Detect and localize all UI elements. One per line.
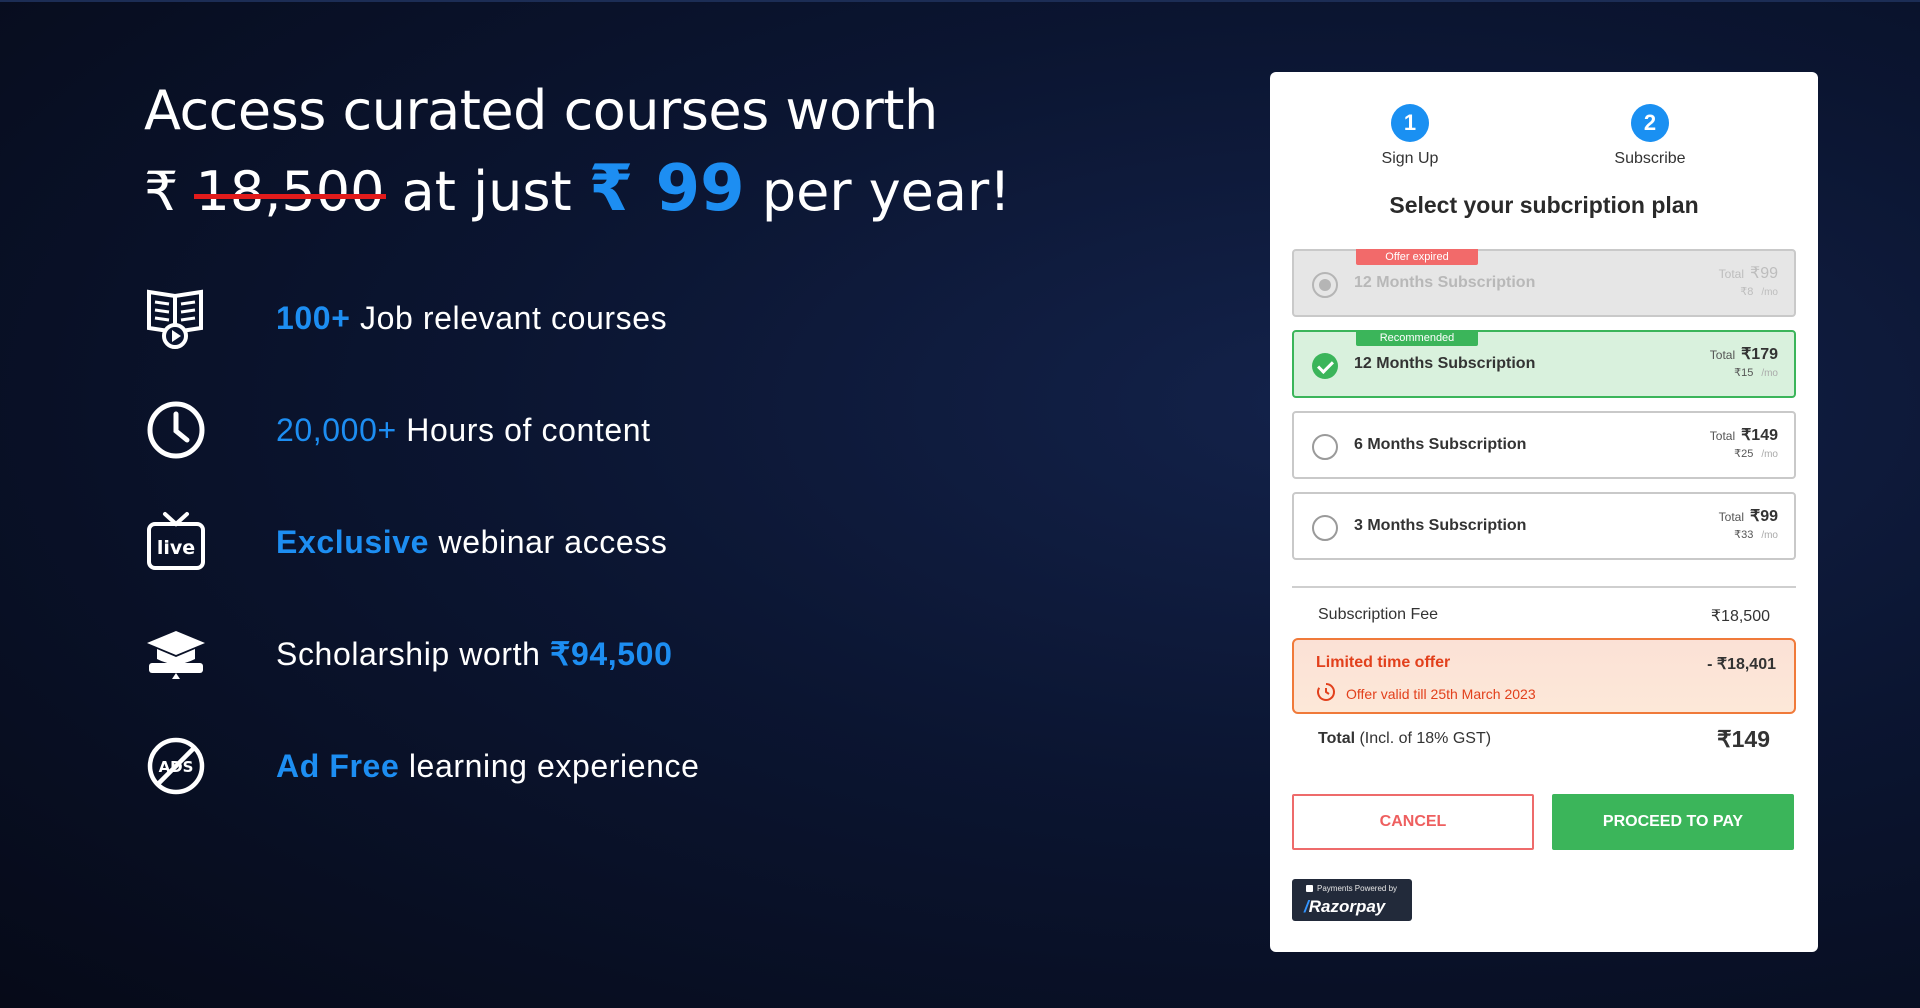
- clock-icon: [144, 398, 208, 462]
- razorpay-logo: /Razorpay: [1304, 897, 1386, 916]
- plan-price: Total ₹99 ₹8/mo: [1718, 265, 1778, 298]
- graduation-cap-icon: [144, 622, 208, 686]
- plan-name: 3 Months Subscription: [1354, 517, 1527, 534]
- new-price: ₹ 99: [588, 152, 745, 226]
- plan-radio[interactable]: [1312, 434, 1338, 460]
- plan-radio[interactable]: [1312, 515, 1338, 541]
- plan-option-3-months[interactable]: 3 Months Subscription Total ₹99 ₹33/mo: [1292, 492, 1796, 560]
- stepper: 1 Sign Up 2 Subscribe: [1270, 104, 1818, 167]
- plan-option-expired: Offer expired 12 Months Subscription Tot…: [1292, 249, 1796, 317]
- hero-line-2: ₹ 18,500 at just ₹ 99 per year!: [144, 150, 1044, 231]
- feature-item: live Exclusive webinar access: [144, 486, 944, 598]
- offer-expired-badge: Offer expired: [1356, 249, 1478, 265]
- step-number: 2: [1631, 104, 1669, 142]
- step-label: Sign Up: [1381, 150, 1439, 167]
- plan-radio: [1312, 272, 1338, 298]
- feature-text: Exclusive webinar access: [276, 523, 668, 560]
- step-subscribe[interactable]: 2 Subscribe: [1590, 104, 1710, 168]
- plan-name: 6 Months Subscription: [1354, 436, 1527, 453]
- plan-price: Total ₹179 ₹15/mo: [1709, 346, 1778, 379]
- proceed-to-pay-button[interactable]: PROCEED TO PAY: [1552, 794, 1794, 850]
- svg-text:ADS: ADS: [159, 758, 194, 776]
- plan-price: Total ₹99 ₹33/mo: [1718, 508, 1778, 541]
- subscription-fee-row: Subscription Fee ₹18,500: [1318, 606, 1770, 625]
- total-label: Total: [1318, 730, 1356, 747]
- feature-list: 100+ Job relevant courses 20,000+ Hours …: [144, 262, 944, 822]
- total-value: ₹149: [1716, 726, 1770, 752]
- plan-radio-checked[interactable]: [1312, 353, 1338, 379]
- feature-text: Ad Free learning experience: [276, 747, 700, 784]
- feature-item: ADS Ad Free learning experience: [144, 710, 944, 822]
- feature-text: 100+ Job relevant courses: [276, 299, 668, 336]
- step-number: 1: [1391, 104, 1429, 142]
- feature-item: 20,000+ Hours of content: [144, 374, 944, 486]
- offer-validity: Offer valid till 25th March 2023: [1316, 682, 1536, 705]
- feature-item: 100+ Job relevant courses: [144, 262, 944, 374]
- plan-title: Select your subcription plan: [1389, 192, 1699, 218]
- razorpay-powered-text: Payments Powered by: [1306, 884, 1397, 893]
- hero-line-1: Access curated courses worth: [144, 79, 938, 142]
- divider: [1292, 586, 1796, 588]
- feature-text: Scholarship worth ₹94,500: [276, 636, 673, 672]
- plan-option-12-months[interactable]: Recommended 12 Months Subscription Total…: [1292, 330, 1796, 398]
- no-ads-icon: ADS: [144, 734, 208, 798]
- total-row: Total (Incl. of 18% GST) ₹149: [1318, 726, 1770, 752]
- top-border: [0, 0, 1920, 2]
- hero-heading: Access curated courses worth ₹ 18,500 at…: [144, 72, 1044, 231]
- feature-text: 20,000+ Hours of content: [276, 411, 651, 448]
- hero-rupee-symbol: ₹: [144, 160, 179, 223]
- plan-price: Total ₹149 ₹25/mo: [1709, 427, 1778, 460]
- svg-text:live: live: [157, 537, 195, 559]
- subscription-card: 1 Sign Up 2 Subscribe Select your subcri…: [1270, 72, 1818, 952]
- recommended-badge: Recommended: [1356, 330, 1478, 346]
- hero-at-just: at just: [401, 160, 572, 223]
- hero-per-year: per year!: [761, 160, 1011, 223]
- step-sign-up[interactable]: 1 Sign Up: [1350, 104, 1470, 168]
- total-note: (Incl. of 18% GST): [1355, 730, 1492, 747]
- step-label: Subscribe: [1614, 150, 1686, 167]
- plan-option-6-months[interactable]: 6 Months Subscription Total ₹149 ₹25/mo: [1292, 411, 1796, 479]
- timer-icon: [1316, 682, 1336, 705]
- razorpay-badge: Payments Powered by /Razorpay: [1292, 879, 1412, 921]
- plan-name: 12 Months Subscription: [1354, 355, 1536, 372]
- old-price: 18,500: [193, 153, 387, 231]
- fee-value: ₹18,500: [1710, 608, 1770, 625]
- cancel-button[interactable]: CANCEL: [1292, 794, 1534, 850]
- lock-icon: [1306, 885, 1313, 892]
- live-tv-icon: live: [144, 510, 208, 574]
- offer-label: Limited time offer: [1316, 654, 1451, 671]
- offer-discount: - ₹18,401: [1707, 656, 1776, 673]
- feature-item: Scholarship worth ₹94,500: [144, 598, 944, 710]
- limited-offer-box: Limited time offer - ₹18,401 Offer valid…: [1292, 638, 1796, 714]
- book-play-icon: [144, 286, 208, 350]
- fee-label: Subscription Fee: [1318, 606, 1439, 623]
- plan-name: 12 Months Subscription: [1354, 274, 1536, 291]
